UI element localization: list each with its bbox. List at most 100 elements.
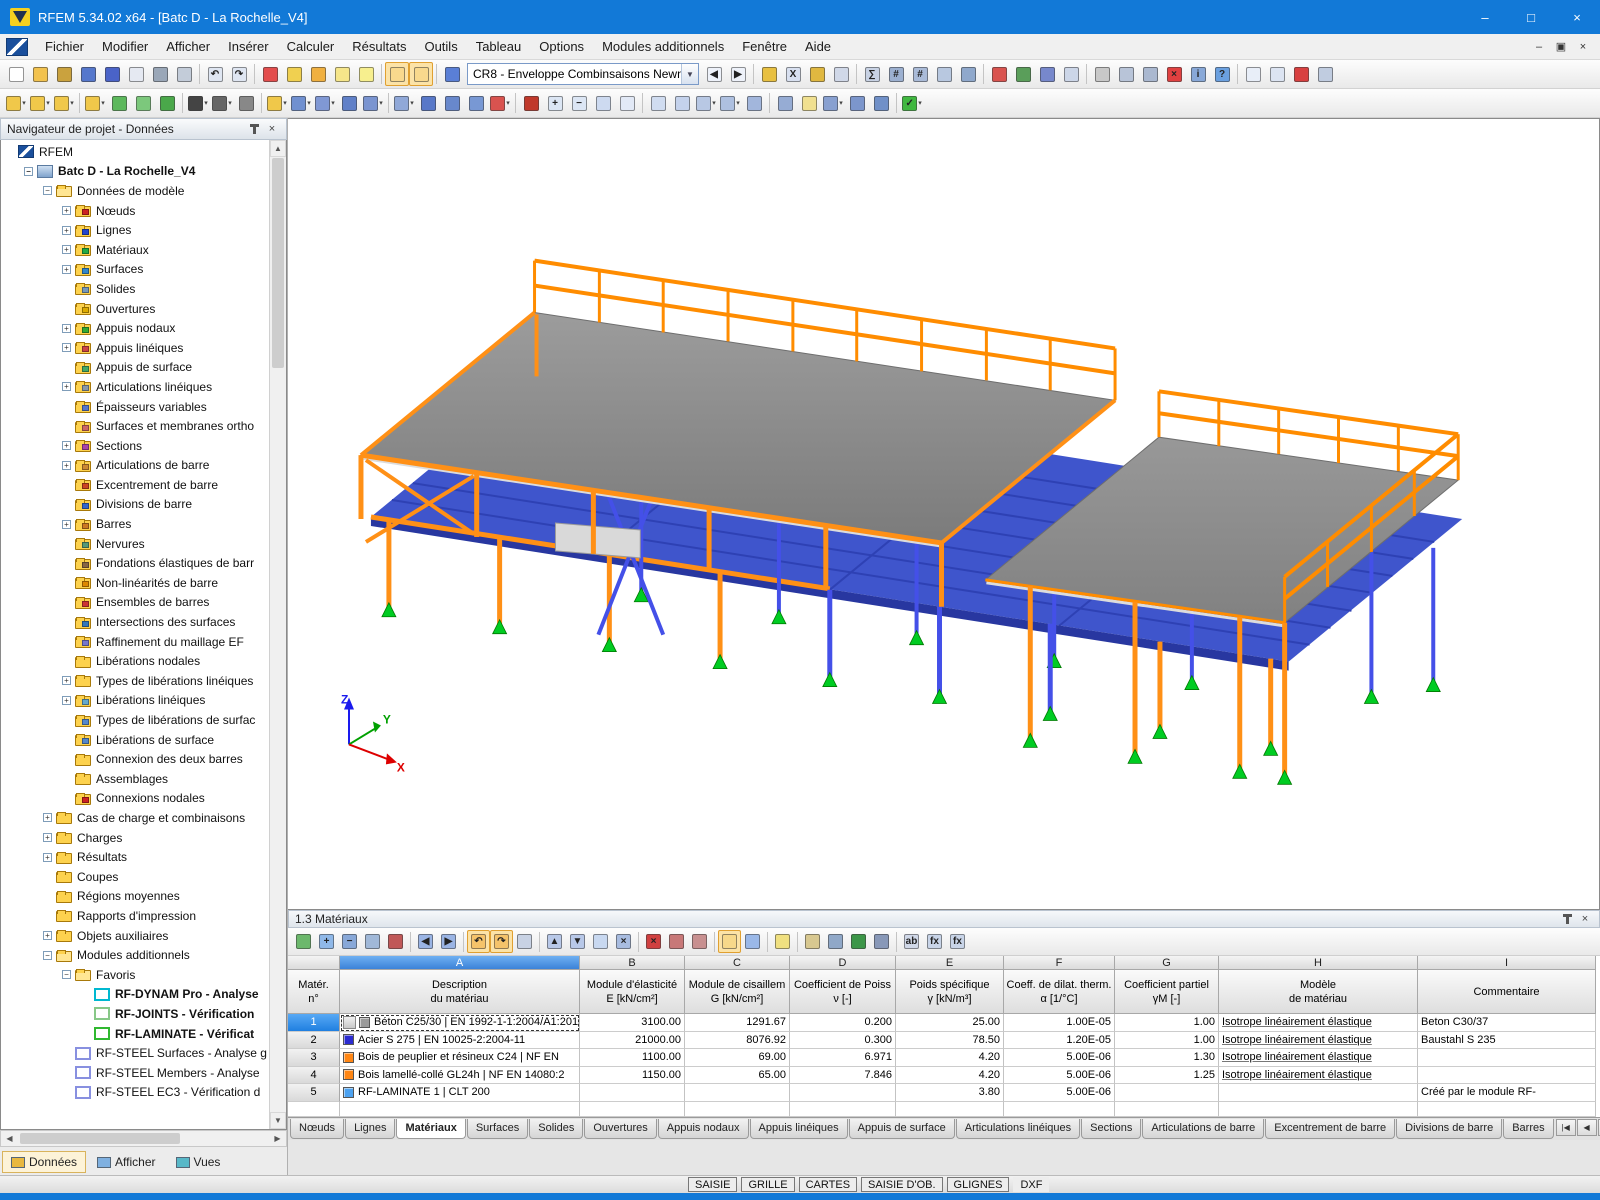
insert-line-icon[interactable]: ▾ bbox=[28, 91, 52, 115]
remove-column-icon[interactable] bbox=[688, 930, 711, 953]
column-header-F[interactable]: Coeff. de dilat. therm.α [1/°C] bbox=[1004, 970, 1115, 1014]
row-number[interactable]: 5 bbox=[288, 1084, 340, 1102]
rotate-view-icon[interactable] bbox=[1114, 62, 1138, 86]
expand-plus-icon[interactable]: + bbox=[62, 520, 71, 529]
render-mode-icon[interactable]: ▾ bbox=[821, 91, 845, 115]
comment-note-icon[interactable] bbox=[354, 62, 378, 86]
material-model-cell[interactable]: Isotrope linéairement élastique bbox=[1219, 1032, 1418, 1050]
calculate-all-icon[interactable] bbox=[956, 62, 980, 86]
print-pdf-icon[interactable] bbox=[1289, 62, 1313, 86]
material-model-cell[interactable]: Isotrope linéairement élastique bbox=[1219, 1067, 1418, 1085]
import-table-icon[interactable] bbox=[801, 930, 824, 953]
convert-solid-icon[interactable]: ▾ bbox=[361, 91, 385, 115]
tree-item-barres[interactable]: +Barres bbox=[1, 514, 269, 534]
tree-item-appuis-lin-iques[interactable]: +Appuis linéiques bbox=[1, 338, 269, 358]
scroll-up-icon[interactable]: ▲ bbox=[270, 140, 286, 157]
tree-item-r-gions-moyennes[interactable]: Régions moyennes bbox=[1, 887, 269, 907]
tree-item-rfem[interactable]: RFEM bbox=[1, 142, 269, 162]
value-cell[interactable]: 1100.00 bbox=[580, 1049, 685, 1067]
tree-item-assemblages[interactable]: Assemblages bbox=[1, 769, 269, 789]
insert-row-icon[interactable]: + bbox=[315, 930, 338, 953]
value-cell[interactable]: 1.00E-05 bbox=[1004, 1014, 1115, 1032]
empty-cell[interactable] bbox=[288, 1102, 340, 1117]
row-number[interactable]: 4 bbox=[288, 1067, 340, 1085]
snap-target-icon[interactable] bbox=[306, 62, 330, 86]
minimize-button[interactable]: – bbox=[1462, 0, 1508, 34]
menu-afficher[interactable]: Afficher bbox=[157, 35, 219, 58]
chevron-down-icon[interactable]: ▼ bbox=[681, 64, 698, 84]
refresh-table-icon[interactable] bbox=[513, 930, 536, 953]
value-cell[interactable]: 4.20 bbox=[896, 1049, 1004, 1067]
loads-toggle-icon[interactable] bbox=[987, 62, 1011, 86]
tree-item-lib-rations-de-surface[interactable]: Libérations de surface bbox=[1, 730, 269, 750]
value-cell[interactable] bbox=[580, 1084, 685, 1102]
tree-item-appuis-nodaux[interactable]: +Appuis nodaux bbox=[1, 318, 269, 338]
expand-plus-icon[interactable]: + bbox=[62, 382, 71, 391]
delete-all-rows-icon[interactable]: × bbox=[642, 930, 665, 953]
tree-item-articulations-lin-iques[interactable]: +Articulations linéiques bbox=[1, 377, 269, 397]
online-help-icon[interactable]: ? bbox=[1210, 62, 1234, 86]
previous-view-icon[interactable] bbox=[646, 91, 670, 115]
tree-item-types-de-lib-rations-de-surfac[interactable]: Types de libérations de surfac bbox=[1, 710, 269, 730]
calculation-icon[interactable]: ∑ bbox=[860, 62, 884, 86]
tree-item-types-de-lib-rations-lin-iques[interactable]: +Types de libérations linéiques bbox=[1, 671, 269, 691]
status-toggle-saisie-d-ob-[interactable]: SAISIE D'OB. bbox=[861, 1177, 943, 1192]
table-tab-mat-riaux[interactable]: Matériaux bbox=[396, 1119, 465, 1139]
clipping-plane-icon[interactable] bbox=[742, 91, 766, 115]
tree-item-intersections-des-surfaces[interactable]: Intersections des surfaces bbox=[1, 612, 269, 632]
tree-item-raffinement-du-maillage-ef[interactable]: Raffinement du maillage EF bbox=[1, 632, 269, 652]
print-icon[interactable] bbox=[148, 62, 172, 86]
comment-cell[interactable] bbox=[1418, 1049, 1596, 1067]
values-display-icon[interactable] bbox=[1059, 62, 1083, 86]
tree-item-ouvertures[interactable]: Ouvertures bbox=[1, 299, 269, 319]
status-toggle-grille[interactable]: GRILLE bbox=[741, 1177, 794, 1192]
edit-formula-icon[interactable] bbox=[771, 930, 794, 953]
insert-nodal-support-icon[interactable] bbox=[107, 91, 131, 115]
tree-item-non-lin-arit-s-de-barre[interactable]: Non-linéarités de barre bbox=[1, 573, 269, 593]
value-cell[interactable]: 1.00 bbox=[1115, 1032, 1219, 1050]
dimension-icon[interactable]: ▾ bbox=[186, 91, 210, 115]
material-description-cell[interactable]: Béton C25/30 | EN 1992-1-1:2004/A1:201 bbox=[340, 1014, 580, 1032]
table-tab-barres[interactable]: Barres bbox=[1503, 1119, 1553, 1139]
status-toggle-saisie[interactable]: SAISIE bbox=[688, 1177, 737, 1192]
generate-mesh-icon[interactable] bbox=[932, 62, 956, 86]
rotate-object-icon[interactable]: ▾ bbox=[313, 91, 337, 115]
expand-plus-icon[interactable]: + bbox=[43, 853, 52, 862]
tree-item-nervures[interactable]: Nervures bbox=[1, 534, 269, 554]
value-cell[interactable]: 5.00E-06 bbox=[1004, 1084, 1115, 1102]
value-cell[interactable] bbox=[790, 1084, 896, 1102]
column-header-D[interactable]: Coefficient de Poissν [-] bbox=[790, 970, 896, 1014]
menu-fichier[interactable]: Fichier bbox=[36, 35, 93, 58]
expand-plus-icon[interactable]: + bbox=[62, 696, 71, 705]
column-header-num[interactable]: Matér.n° bbox=[288, 970, 340, 1014]
table-tab-surfaces[interactable]: Surfaces bbox=[467, 1119, 528, 1139]
navigator-tab-données[interactable]: Données bbox=[2, 1151, 86, 1173]
tree-item-rf-steel-ec3-v-rification-d[interactable]: RF-STEEL EC3 - Vérification d bbox=[1, 1083, 269, 1103]
expand-plus-icon[interactable]: + bbox=[62, 226, 71, 235]
table-tab-articulations-de-barre[interactable]: Articulations de barre bbox=[1142, 1119, 1264, 1139]
expand-plus-icon[interactable]: + bbox=[62, 343, 71, 352]
tree-item-modules-additionnels[interactable]: −Modules additionnels bbox=[1, 945, 269, 965]
row-number[interactable]: 1 bbox=[288, 1014, 340, 1032]
tree-item-connexions-nodales[interactable]: Connexions nodales bbox=[1, 789, 269, 809]
mesh-refinement-icon[interactable] bbox=[440, 91, 464, 115]
tree-item-coupes[interactable]: Coupes bbox=[1, 867, 269, 887]
menu-modifier[interactable]: Modifier bbox=[93, 35, 157, 58]
menu-outils[interactable]: Outils bbox=[415, 35, 466, 58]
column-header-B[interactable]: Module d'élasticitéE [kN/cm²] bbox=[580, 970, 685, 1014]
redo-icon[interactable]: ↷ bbox=[227, 62, 251, 86]
column-letter-num[interactable] bbox=[288, 956, 340, 970]
column-letter-C[interactable]: C bbox=[685, 956, 790, 970]
new-window-icon[interactable] bbox=[1241, 62, 1265, 86]
next-loadcase-icon[interactable]: ▶ bbox=[726, 62, 750, 86]
insert-surface-support-icon[interactable] bbox=[155, 91, 179, 115]
scroll-left-icon[interactable]: ◀ bbox=[1, 1131, 18, 1146]
function-fx-icon[interactable]: fx bbox=[923, 930, 946, 953]
expand-plus-icon[interactable]: + bbox=[62, 461, 71, 470]
toggle-tables-icon[interactable] bbox=[385, 62, 409, 86]
vscroll-thumb[interactable] bbox=[272, 158, 284, 368]
menu-ins-rer[interactable]: Insérer bbox=[219, 35, 277, 58]
value-cell[interactable]: 1.25 bbox=[1115, 1067, 1219, 1085]
value-cell[interactable]: 3.80 bbox=[896, 1084, 1004, 1102]
column-letter-H[interactable]: H bbox=[1219, 956, 1418, 970]
